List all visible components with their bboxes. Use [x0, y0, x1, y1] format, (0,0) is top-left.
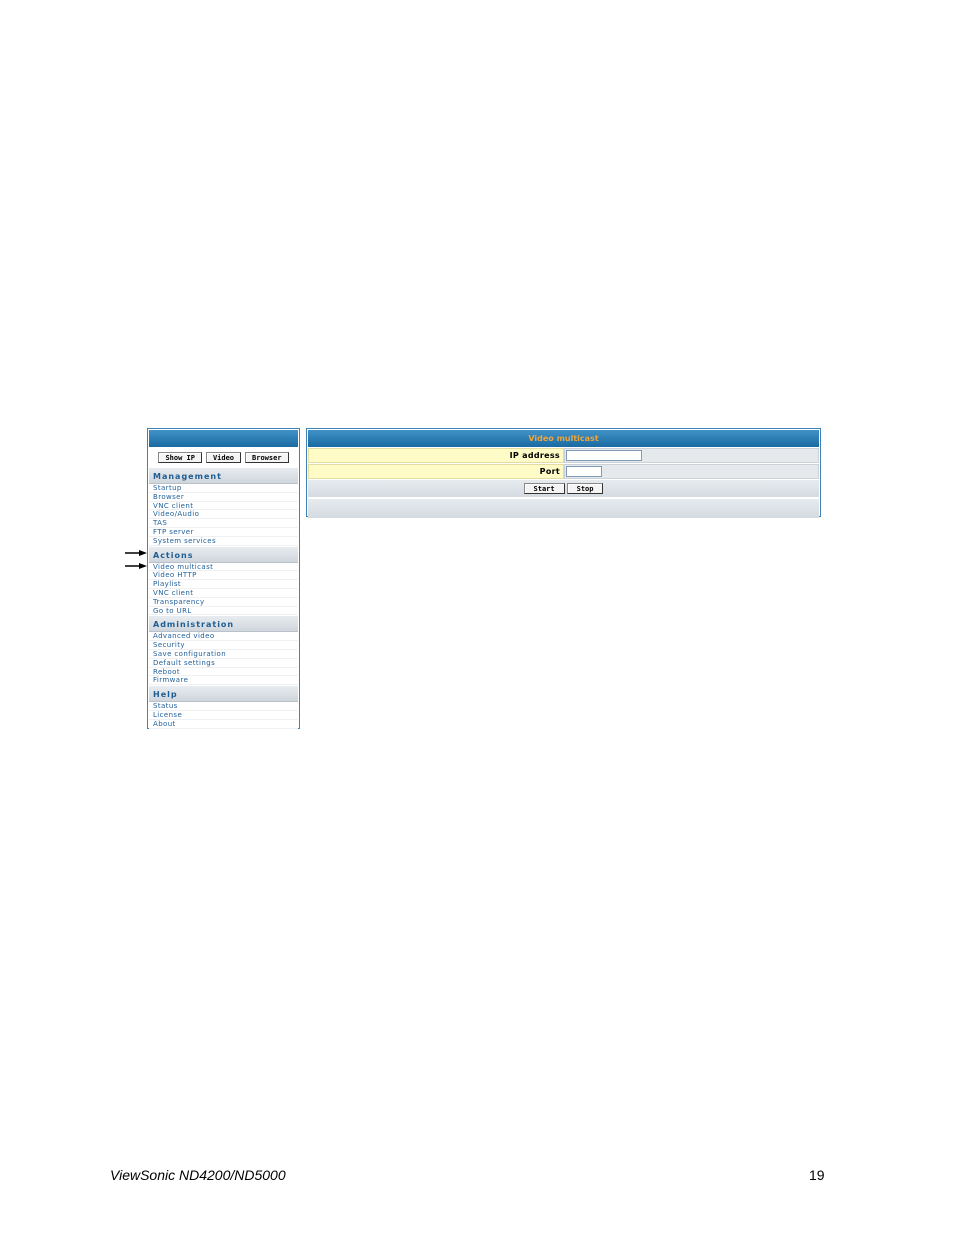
sidebar-item-video-audio[interactable]: Video/Audio	[149, 510, 298, 520]
stop-button[interactable]: Stop	[566, 483, 604, 494]
sidebar-item-go-to-url[interactable]: Go to URL	[149, 607, 298, 616]
sidebar-item-default-settings[interactable]: Default settings	[149, 659, 298, 668]
form-row-ip-address: IP address	[308, 448, 819, 463]
sidebar-item-video-http[interactable]: Video HTTP	[149, 571, 298, 581]
sidebar-item-advanced-video[interactable]: Advanced video	[149, 632, 298, 642]
sidebar-header-bar	[149, 430, 298, 447]
video-button[interactable]: Video	[205, 451, 242, 463]
ip-address-cell	[564, 448, 819, 463]
sidebar-item-vnc-client-action[interactable]: VNC client	[149, 589, 298, 598]
video-multicast-panel: Video multicast IP address Port Start St…	[306, 428, 821, 518]
arrow-icon	[125, 550, 147, 556]
port-input[interactable]	[566, 466, 602, 477]
panel-footer-bar	[308, 499, 819, 518]
sidebar-item-startup[interactable]: Startup	[149, 484, 298, 493]
form-row-port: Port	[308, 464, 819, 479]
sidebar-item-transparency[interactable]: Transparency	[149, 598, 298, 607]
product-name: ViewSonic ND4200/ND5000	[110, 1167, 286, 1183]
sidebar-item-status[interactable]: Status	[149, 702, 298, 711]
ip-address-input[interactable]	[566, 450, 642, 461]
action-button-bar: Start Stop	[308, 480, 819, 497]
start-button[interactable]: Start	[523, 483, 565, 494]
sidebar-item-playlist[interactable]: Playlist	[149, 580, 298, 589]
panel-title: Video multicast	[308, 430, 819, 447]
sidebar-item-vnc-client[interactable]: VNC client	[149, 502, 298, 511]
sidebar-item-video-multicast[interactable]: Video multicast	[149, 563, 298, 572]
section-header-help: Help	[149, 685, 298, 703]
ip-address-label: IP address	[308, 448, 564, 463]
sidebar-item-browser[interactable]: Browser	[149, 493, 298, 502]
browser-button[interactable]: Browser	[245, 451, 289, 463]
sidebar-item-tas[interactable]: TAS	[149, 519, 298, 528]
sidebar-item-about[interactable]: About	[149, 720, 298, 729]
page-number: 19	[809, 1167, 825, 1183]
sidebar-item-system-services[interactable]: System services	[149, 537, 298, 546]
arrow-icon	[125, 563, 147, 569]
section-header-administration: Administration	[149, 615, 298, 633]
sidebar-item-save-configuration[interactable]: Save configuration	[149, 650, 298, 659]
section-header-actions: Actions	[149, 545, 298, 563]
section-header-management: Management	[149, 467, 298, 484]
sidebar-item-security[interactable]: Security	[149, 641, 298, 650]
sidebar-item-firmware[interactable]: Firmware	[149, 676, 298, 686]
sidebar-item-ftp-server[interactable]: FTP server	[149, 528, 298, 537]
sidebar-nav: Show IP Video Browser Management Startup…	[147, 428, 300, 729]
show-ip-button[interactable]: Show IP	[158, 451, 202, 463]
sidebar-item-reboot[interactable]: Reboot	[149, 668, 298, 677]
quick-button-row: Show IP Video Browser	[148, 449, 299, 465]
port-label: Port	[308, 464, 564, 479]
sidebar-item-license[interactable]: License	[149, 711, 298, 720]
port-cell	[564, 464, 819, 479]
